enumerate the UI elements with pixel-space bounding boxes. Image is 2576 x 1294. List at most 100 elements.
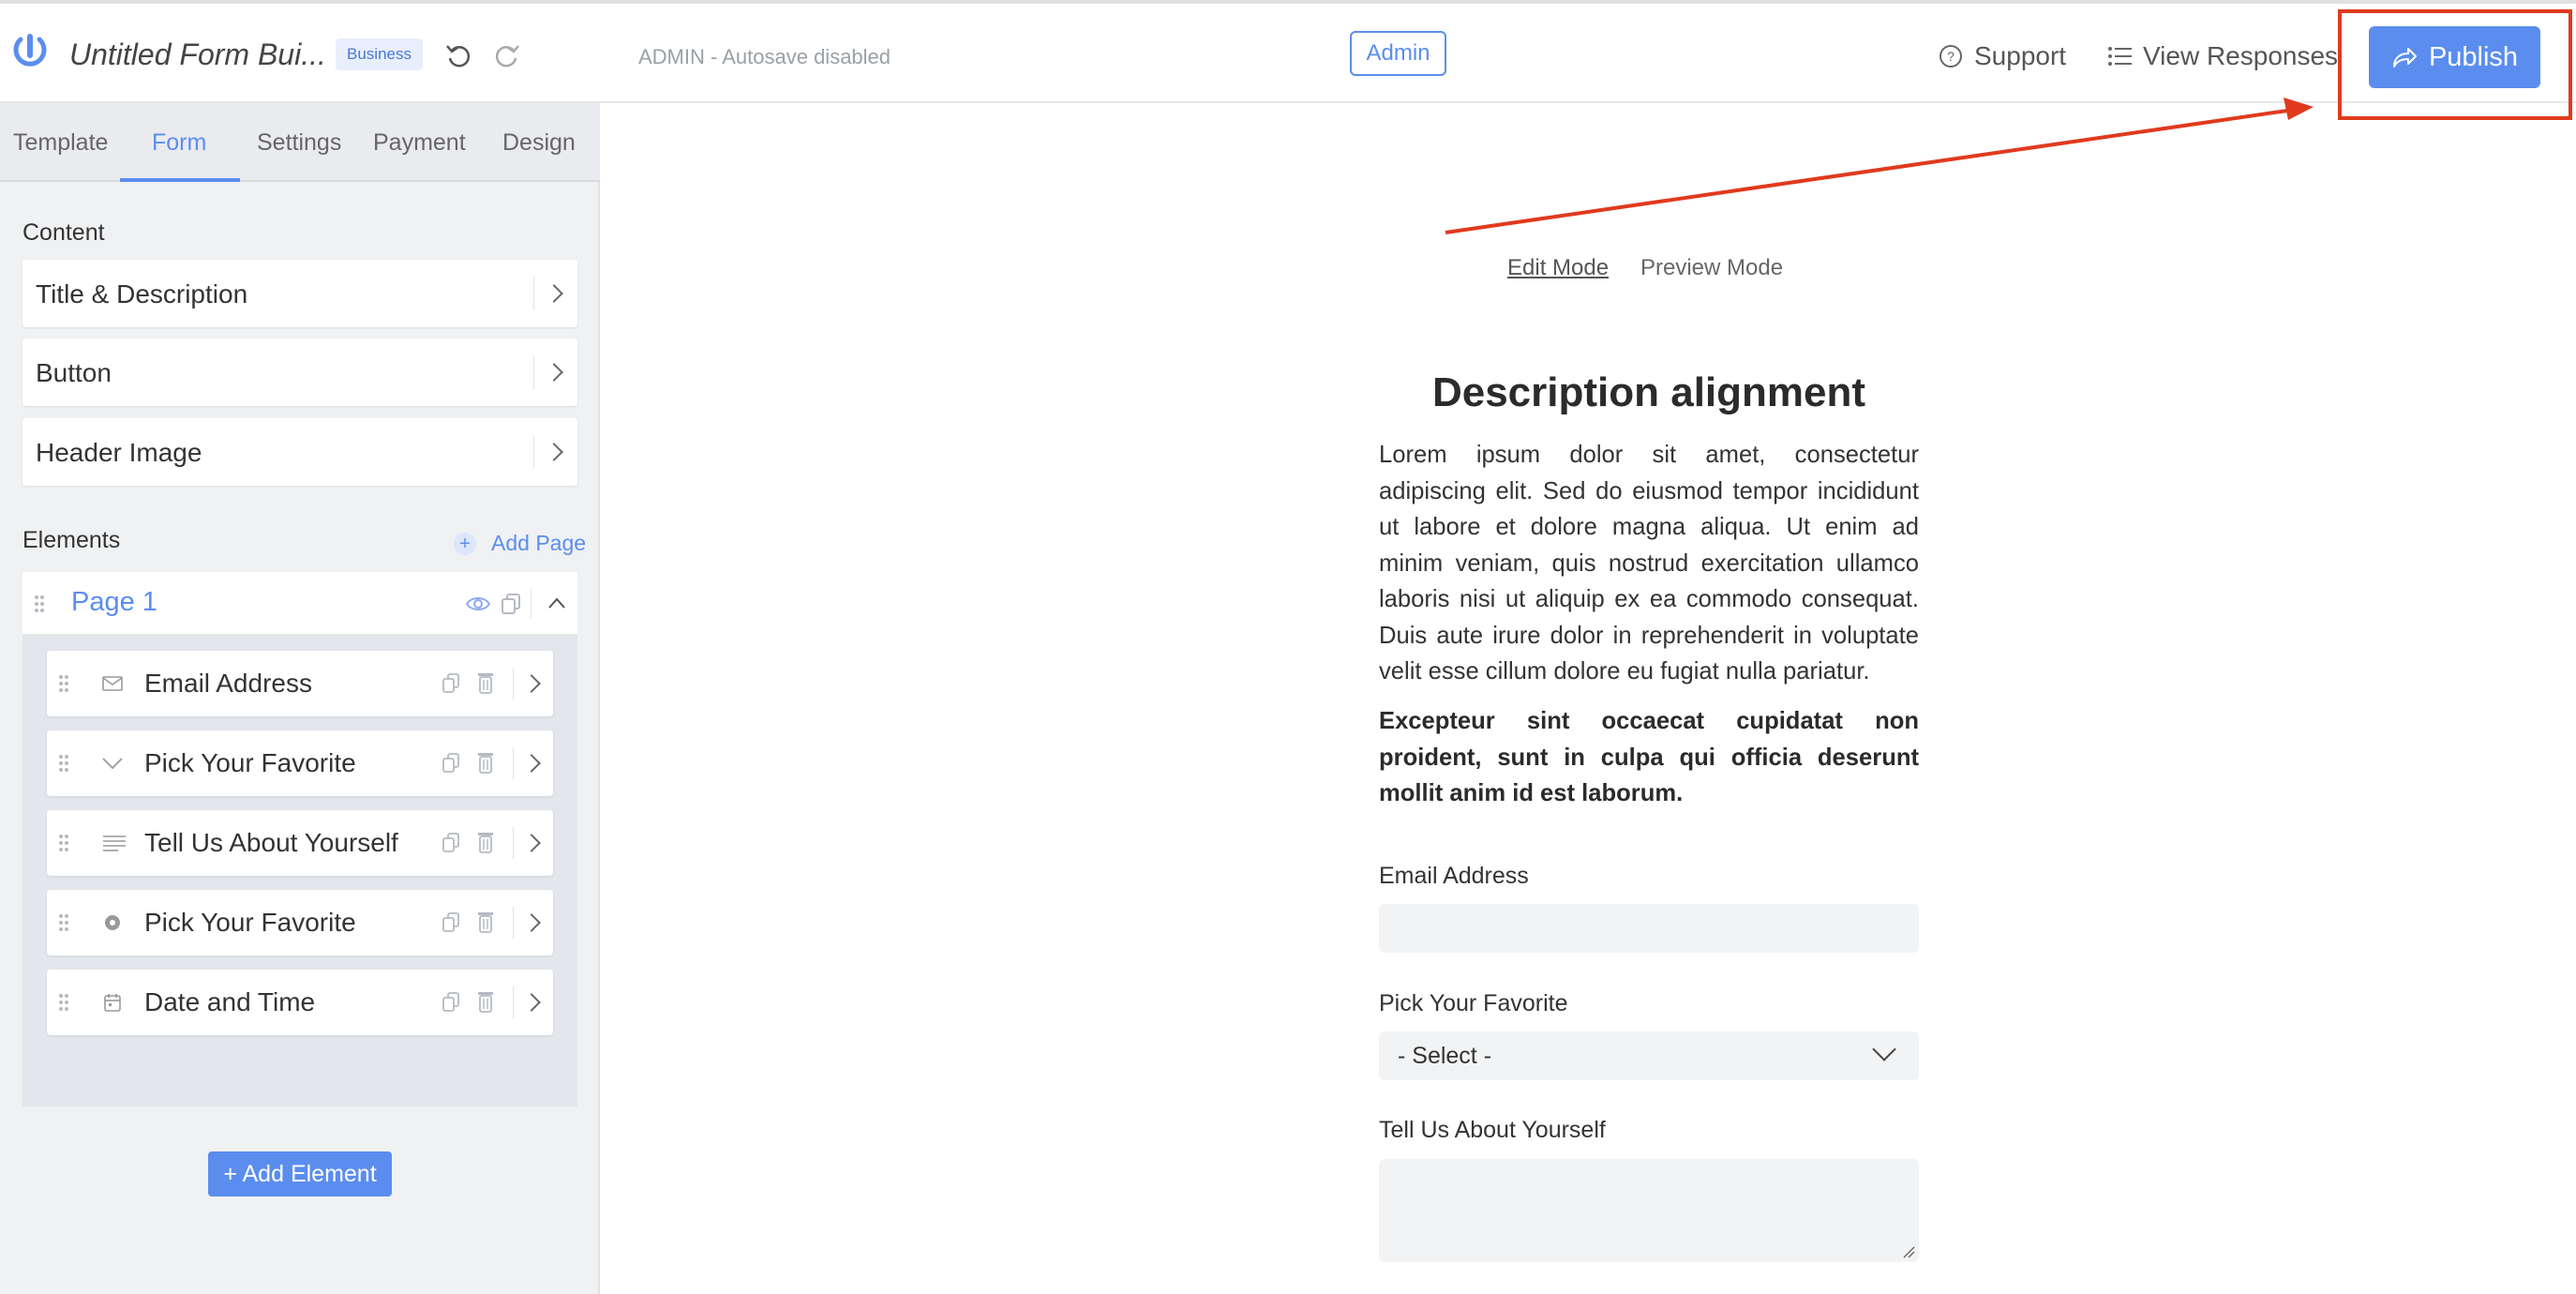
list-icon [2108, 47, 2132, 66]
admin-button[interactable]: Admin [1350, 31, 1446, 76]
page-header[interactable]: Page 1 [22, 572, 577, 636]
copy-icon [442, 673, 459, 693]
element-label: Email Address [144, 669, 312, 698]
plan-badge: Business [336, 38, 423, 70]
page-title[interactable]: Page 1 [71, 587, 157, 618]
favorite-select[interactable]: - Select - [1379, 1031, 1919, 1080]
page-panel: Page 1 Email Address Pick Your Favorite … [22, 572, 577, 1106]
drag-handle-icon[interactable] [58, 754, 69, 773]
element-actions[interactable] [441, 831, 508, 855]
chevron-right-icon[interactable] [522, 754, 541, 773]
favorite-select-label: Pick Your Favorite [1379, 990, 1568, 1016]
about-textarea[interactable] [1379, 1159, 1919, 1262]
autosave-status: ADMIN - Autosave disabled [638, 45, 891, 68]
email-field-label: Email Address [1379, 863, 1529, 889]
support-label: Support [1974, 41, 2067, 70]
redo-icon[interactable] [493, 41, 521, 69]
element-row-textarea[interactable]: Tell Us About Yourself [47, 810, 553, 876]
top-bar: Untitled Form Bui... Business ADMIN - Au… [0, 0, 2576, 103]
chevron-right-icon[interactable] [522, 834, 541, 852]
trash-icon [478, 673, 493, 694]
form-description[interactable]: Lorem ipsum dolor sit amet, consectetur … [1379, 437, 1919, 690]
element-actions[interactable] [441, 751, 508, 775]
envelope-icon [102, 676, 123, 691]
content-item-label: Button [36, 358, 112, 387]
copy-icon[interactable] [501, 593, 521, 615]
tab-form[interactable]: Form [152, 129, 206, 157]
edit-mode-link[interactable]: Edit Mode [1507, 255, 1609, 281]
tab-payment[interactable]: Payment [373, 129, 466, 157]
undo-icon[interactable] [444, 41, 472, 69]
calendar-icon [104, 994, 121, 1012]
chevron-right-icon[interactable] [522, 993, 541, 1012]
element-row-email[interactable]: Email Address [47, 651, 553, 716]
chevron-up-icon[interactable] [547, 596, 566, 609]
drag-handle-icon[interactable] [34, 594, 45, 613]
chevron-right-icon[interactable] [522, 674, 541, 693]
form-heading[interactable]: Description alignment [1378, 369, 1920, 416]
element-actions[interactable] [441, 910, 508, 935]
content-item-label: Title & Description [36, 279, 248, 308]
element-label: Tell Us About Yourself [144, 828, 398, 857]
help-circle-icon: ? [1939, 45, 1962, 68]
chevron-right-icon [545, 363, 563, 382]
form-description-bold[interactable]: Excepteur sint occaecat cupidatat non pr… [1379, 703, 1919, 812]
content-item-header-image[interactable]: Header Image [22, 418, 577, 486]
form-title[interactable]: Untitled Form Bui... [69, 38, 326, 72]
preview-mode-link[interactable]: Preview Mode [1640, 255, 1783, 281]
app-logo-icon[interactable] [13, 34, 47, 81]
paragraph-icon [103, 835, 126, 851]
add-page-button[interactable]: + Add Page [454, 531, 586, 556]
chevron-right-icon [545, 443, 563, 461]
drag-handle-icon[interactable] [58, 834, 69, 852]
about-textarea-label: Tell Us About Yourself [1379, 1117, 1606, 1143]
sidebar-tabs: Template Form Settings Payment Design [0, 103, 600, 182]
radio-icon [105, 915, 120, 930]
content-item-button[interactable]: Button [22, 339, 577, 406]
trash-icon [478, 833, 493, 853]
chevron-right-icon [545, 284, 563, 303]
chevron-down-icon [1872, 1037, 1896, 1061]
plus-circle-icon: + [454, 532, 476, 555]
element-actions[interactable] [441, 990, 508, 1015]
email-field[interactable] [1379, 904, 1919, 953]
view-responses-link[interactable]: View Responses [2107, 41, 2338, 71]
content-item-title-description[interactable]: Title & Description [22, 260, 577, 327]
elements-heading: Elements [22, 527, 121, 553]
element-row-select[interactable]: Pick Your Favorite [47, 730, 553, 796]
trash-icon [478, 753, 493, 774]
chevron-down-icon [102, 758, 123, 770]
element-label: Pick Your Favorite [144, 908, 356, 937]
add-element-button[interactable]: + Add Element [208, 1151, 392, 1196]
resize-handle-icon[interactable] [1902, 1245, 1915, 1258]
add-page-label: Add Page [491, 531, 587, 555]
drag-handle-icon[interactable] [58, 913, 69, 932]
trash-icon [478, 912, 493, 933]
content-item-label: Header Image [36, 438, 202, 467]
tab-settings[interactable]: Settings [257, 129, 341, 157]
publish-highlight-box [2338, 9, 2572, 120]
element-actions[interactable] [441, 671, 508, 696]
drag-handle-icon[interactable] [58, 993, 69, 1012]
copy-icon [442, 992, 459, 1012]
copy-icon [442, 753, 459, 773]
copy-icon [442, 912, 459, 932]
tab-design[interactable]: Design [502, 129, 576, 157]
trash-icon [478, 992, 493, 1013]
active-tab-indicator [120, 178, 240, 182]
element-label: Pick Your Favorite [144, 748, 356, 777]
sidebar: Template Form Settings Payment Design Co… [0, 103, 600, 1294]
view-responses-label: View Responses [2143, 41, 2339, 70]
copy-icon [442, 833, 459, 852]
content-heading: Content [22, 219, 105, 246]
element-row-radio[interactable]: Pick Your Favorite [47, 890, 553, 955]
chevron-right-icon[interactable] [522, 913, 541, 932]
eye-icon[interactable] [465, 594, 491, 613]
svg-text:?: ? [1947, 49, 1954, 64]
element-row-datetime[interactable]: Date and Time [47, 970, 553, 1035]
drag-handle-icon[interactable] [58, 674, 69, 693]
select-value: - Select - [1398, 1043, 1492, 1069]
element-label: Date and Time [144, 987, 316, 1016]
support-link[interactable]: ? Support [1939, 41, 2066, 71]
tab-template[interactable]: Template [13, 129, 108, 157]
